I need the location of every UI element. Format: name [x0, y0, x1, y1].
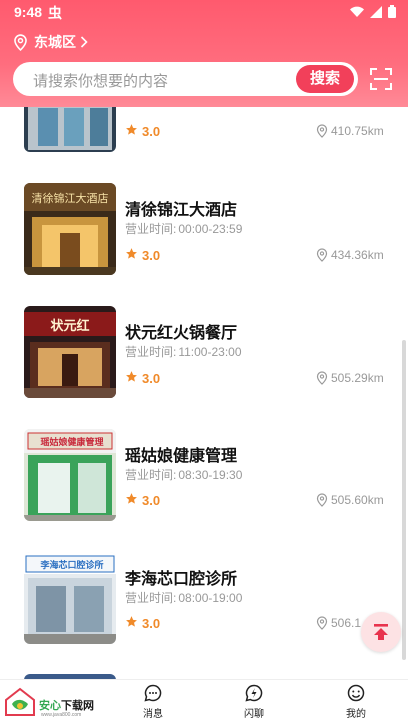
rating-value: 3.0	[142, 370, 161, 386]
shop-sign: 清徐锦江大酒店	[32, 191, 109, 205]
rating: 3.0	[125, 370, 160, 386]
distance: 410.75km	[316, 124, 384, 138]
business-hours: 营业时间: 11:00-23:00	[125, 343, 242, 360]
scrollbar[interactable]	[402, 340, 406, 660]
screen: 3.0 410.75km 清徐锦江大酒店 清徐锦江大酒店 营业时间: 00:00…	[0, 0, 408, 725]
distance: 506.1	[316, 616, 361, 630]
hours-label: 营业时间:	[125, 591, 177, 605]
star-icon	[125, 615, 138, 631]
status-time: 9:48	[14, 4, 43, 20]
rating-value: 3.0	[142, 247, 161, 263]
watermark-house-icon	[5, 687, 35, 716]
hours-label: 营业时间:	[125, 468, 177, 482]
business-hours: 营业时间: 08:30-19:30	[125, 466, 242, 483]
distance-value: 434.36km	[331, 248, 384, 262]
watermark-brand-green: 安心	[39, 700, 61, 712]
chevron-right-icon	[80, 36, 88, 48]
lightning-bubble-icon	[245, 684, 263, 702]
distance-value: 506.1	[331, 616, 362, 630]
search-button[interactable]: 搜索	[296, 65, 354, 93]
tab-label: 闪聊	[244, 709, 264, 720]
distance: 505.60km	[316, 493, 384, 507]
shop-thumbnail: 李海芯口腔诊所	[24, 552, 116, 644]
scan-icon[interactable]	[369, 67, 393, 91]
signal-icon	[370, 5, 382, 18]
hours-value: 00:00-23:59	[178, 222, 243, 236]
rating: 3.0	[125, 615, 160, 631]
star-icon	[125, 247, 138, 263]
star-icon	[125, 123, 138, 139]
rating-value: 3.0	[142, 492, 161, 508]
shop-name[interactable]: 瑶姑娘健康管理	[125, 442, 237, 466]
hours-label: 营业时间:	[125, 222, 177, 236]
watermark-logo: 安心下载网 www.java800.com	[3, 681, 113, 721]
distance-value: 505.60km	[331, 493, 384, 507]
location-pin-icon	[14, 33, 27, 51]
shop-sign: 状元红	[50, 318, 89, 334]
rating: 3.0	[125, 247, 160, 263]
tab-label: 消息	[143, 709, 163, 720]
location-pin-icon	[316, 248, 328, 262]
shop-sign: 李海芯口腔诊所	[39, 559, 103, 571]
distance-value: 505.29km	[331, 371, 384, 385]
distance: 434.36km	[316, 248, 384, 262]
tab-messages[interactable]: 消息	[118, 684, 188, 720]
list-item[interactable]: 李海芯口腔诊所 李海芯口腔诊所 营业时间: 08:00-19:00 3.0 50…	[0, 552, 408, 672]
star-icon	[125, 370, 138, 386]
business-hours: 营业时间: 00:00-23:59	[125, 220, 242, 237]
tab-label: 我的	[346, 709, 366, 720]
notification-icon: 虫	[48, 5, 62, 21]
location-pin-icon	[316, 124, 328, 138]
shop-thumbnail: 瑶姑娘健康管理	[24, 429, 116, 521]
arrow-up-to-top-icon	[374, 624, 388, 640]
shop-name[interactable]: 清徐锦江大酒店	[125, 196, 237, 220]
search-input[interactable]: 请搜索你想要的内容	[33, 70, 168, 91]
location-pin-icon	[316, 493, 328, 507]
location-pin-icon	[316, 616, 328, 630]
watermark-url: www.java800.com	[41, 712, 82, 718]
location-name: 东城区	[34, 34, 76, 50]
location-selector[interactable]: 东城区	[13, 32, 88, 52]
hours-label: 营业时间:	[125, 345, 177, 359]
distance: 505.29km	[316, 371, 384, 385]
smiley-face-icon	[347, 684, 365, 702]
list-item[interactable]: 瑶姑娘健康管理 瑶姑娘健康管理 营业时间: 08:30-19:30 3.0 50…	[0, 429, 408, 549]
business-hours: 营业时间: 08:00-19:00	[125, 589, 242, 606]
system-icons	[350, 5, 396, 18]
rating: 3.0	[125, 492, 160, 508]
tab-flash-chat[interactable]: 闪聊	[219, 684, 289, 720]
shop-thumbnail: 清徐锦江大酒店	[24, 183, 116, 275]
hours-value: 11:00-23:00	[178, 345, 242, 359]
shop-thumbnail: 状元红	[24, 306, 116, 398]
battery-icon	[388, 5, 396, 18]
rating-value: 3.0	[142, 123, 161, 139]
star-icon	[125, 492, 138, 508]
tab-mine[interactable]: 我的	[321, 684, 391, 720]
hours-value: 08:00-19:00	[178, 591, 243, 605]
list-item[interactable]: 清徐锦江大酒店 清徐锦江大酒店 营业时间: 00:00-23:59 3.0 43…	[0, 183, 408, 303]
chat-bubble-icon	[144, 684, 162, 702]
shop-name[interactable]: 李海芯口腔诊所	[125, 565, 237, 589]
location-pin-icon	[316, 371, 328, 385]
shop-name[interactable]: 状元红火锅餐厅	[125, 319, 237, 343]
back-to-top-button[interactable]	[361, 612, 401, 652]
watermark-brand: 安心下载网	[39, 697, 94, 713]
shop-sign: 瑶姑娘健康管理	[40, 436, 103, 448]
app-header: 9:48 虫 东城区 请搜索你想要的内容 搜索	[0, 0, 408, 107]
hours-value: 08:30-19:30	[178, 468, 243, 482]
list-item[interactable]: 状元红 状元红火锅餐厅 营业时间: 11:00-23:00 3.0 505.29…	[0, 306, 408, 426]
search-bar[interactable]: 请搜索你想要的内容 搜索	[13, 62, 358, 96]
rating-value: 3.0	[142, 615, 161, 631]
distance-value: 410.75km	[331, 124, 384, 138]
wifi-icon	[350, 6, 364, 17]
rating: 3.0	[125, 123, 160, 139]
watermark-brand-dark: 下载网	[61, 700, 94, 712]
status-bar: 9:48 虫	[0, 0, 408, 26]
